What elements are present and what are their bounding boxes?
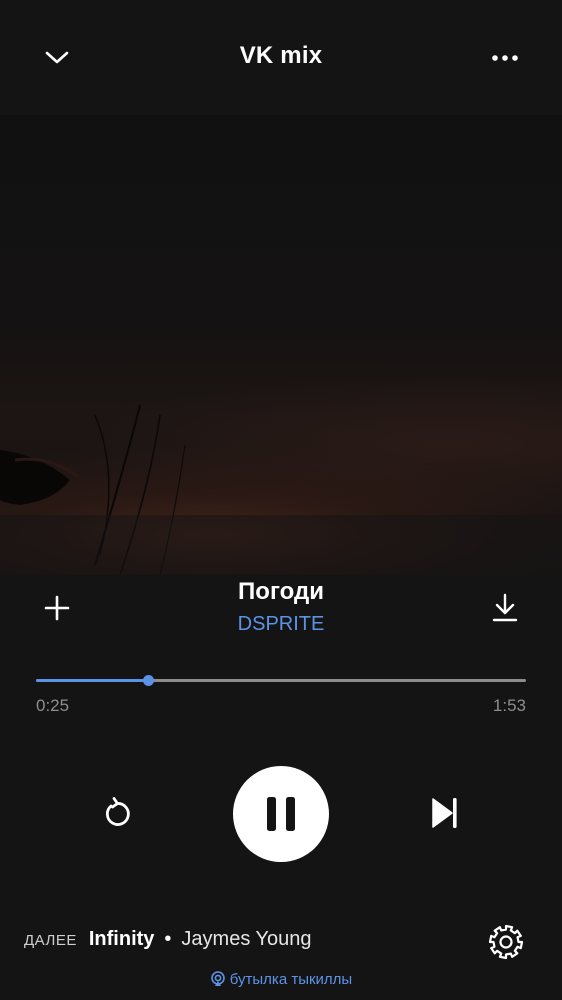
player-header: VK mix bbox=[0, 0, 562, 115]
album-artwork bbox=[0, 115, 562, 575]
next-track-button[interactable] bbox=[422, 790, 468, 836]
up-next-separator: • bbox=[164, 928, 172, 950]
playlist-title: VK mix bbox=[239, 42, 323, 69]
skip-next-icon bbox=[432, 798, 457, 828]
gear-icon bbox=[488, 924, 524, 960]
track-artist-link[interactable]: DSPRITE bbox=[238, 613, 325, 635]
output-device[interactable]: бутылка тыкиллы bbox=[0, 968, 562, 990]
progress-slider[interactable] bbox=[36, 670, 526, 690]
download-icon bbox=[492, 593, 518, 622]
more-button[interactable] bbox=[483, 36, 527, 80]
up-next-label: ДАЛЕЕ bbox=[24, 932, 77, 949]
device-name: бутылка тыкиллы bbox=[229, 970, 353, 988]
total-time: 1:53 bbox=[492, 696, 526, 715]
up-next-row[interactable]: ДАЛЕЕ Infinity • Jaymes Young bbox=[24, 928, 312, 958]
more-dots-icon bbox=[492, 55, 518, 61]
progress-thumb[interactable] bbox=[142, 675, 154, 686]
artwork-image bbox=[0, 404, 562, 575]
up-next-artist: Jaymes Young bbox=[181, 928, 312, 950]
repeat-button[interactable] bbox=[94, 790, 140, 836]
player-screen: VK mix Погоди DSPRITE 0:25 1:53 ДАЛЕЕ In… bbox=[0, 0, 562, 1000]
up-next-song: Infinity bbox=[88, 928, 155, 950]
track-info-row: Погоди DSPRITE bbox=[0, 575, 562, 645]
progress-fill bbox=[36, 679, 148, 682]
settings-button[interactable] bbox=[486, 922, 526, 962]
broadcast-icon bbox=[210, 971, 226, 987]
play-pause-button[interactable] bbox=[233, 766, 329, 862]
repeat-icon bbox=[105, 797, 130, 826]
track-artist-container: DSPRITE bbox=[0, 613, 562, 636]
current-time: 0:25 bbox=[36, 696, 70, 715]
track-title: Погоди bbox=[238, 578, 324, 605]
download-button[interactable] bbox=[482, 585, 528, 631]
pause-icon bbox=[267, 797, 295, 831]
